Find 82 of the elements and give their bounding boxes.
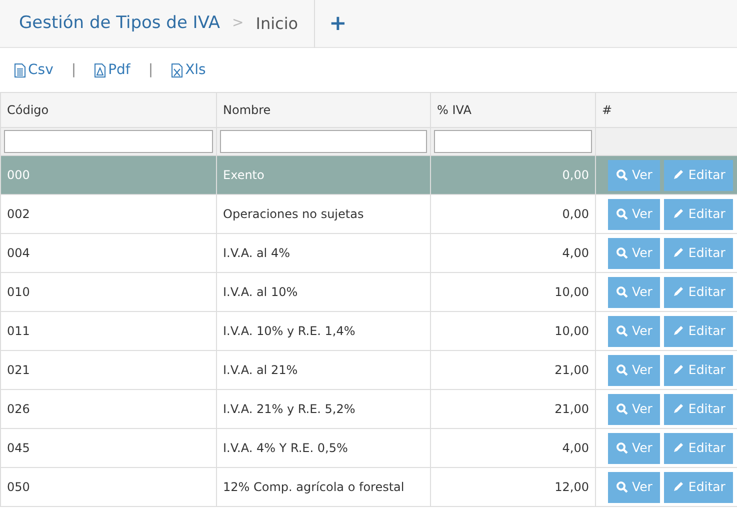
view-button[interactable]: Ver	[608, 316, 660, 346]
table-cell: 10,00	[430, 312, 596, 350]
table-cell: I.V.A. 21% y R.E. 5,2%	[216, 390, 430, 428]
view-button[interactable]: Ver	[608, 432, 660, 464]
edit-button[interactable]: Editar	[664, 432, 734, 464]
pencil-icon	[672, 481, 684, 493]
view-button[interactable]: Ver	[608, 394, 660, 424]
view-button[interactable]: Ver	[608, 472, 660, 502]
table-cell: 10,00	[430, 272, 596, 312]
pencil-icon	[672, 247, 684, 259]
breadcrumb-separator: >	[232, 14, 244, 33]
edit-button[interactable]: Editar	[664, 238, 734, 268]
pencil-icon	[672, 442, 684, 454]
search-icon	[616, 286, 628, 298]
table-cell: 12% Comp. agrícola o forestal	[216, 468, 430, 506]
table-cell: 12,00	[430, 468, 596, 506]
separator: |	[71, 60, 76, 80]
search-icon	[616, 169, 628, 181]
pencil-icon	[672, 286, 684, 298]
export-link[interactable]: Csv	[28, 60, 54, 80]
separator: |	[148, 60, 154, 80]
table-cell: I.V.A. al 10%	[216, 272, 430, 312]
table-cell: 026	[0, 390, 216, 428]
search-icon	[616, 325, 628, 337]
table-cell: 011	[0, 312, 216, 350]
edit-button[interactable]: Editar	[664, 316, 734, 346]
breadcrumb-item[interactable]: Inicio	[256, 12, 314, 36]
table-cell: I.V.A. al 4%	[216, 234, 430, 272]
column-header[interactable]: Código	[0, 92, 216, 128]
edit-button[interactable]: Editar	[664, 198, 734, 230]
table-cell: 21,00	[430, 350, 596, 390]
table-cell: 0,00	[430, 194, 596, 234]
add-button[interactable]: +	[329, 8, 347, 40]
table-cell: 4,00	[430, 234, 596, 272]
table-cell: I.V.A. al 21%	[216, 350, 430, 390]
table-cell: 21,00	[430, 390, 596, 428]
table-cell: 004	[0, 234, 216, 272]
edit-button[interactable]: Editar	[664, 276, 734, 308]
column-header[interactable]: % IVA	[430, 92, 596, 128]
table-cell: I.V.A. 4% Y R.E. 0,5%	[216, 428, 430, 468]
pencil-icon	[672, 325, 684, 337]
export-link[interactable]: Xls	[185, 60, 206, 80]
filter-field[interactable]	[434, 130, 592, 153]
table-cell: Exento	[216, 156, 430, 194]
search-icon	[616, 442, 628, 454]
table-cell: 002	[0, 194, 216, 234]
table-cell: 050	[0, 468, 216, 506]
pencil-icon	[672, 169, 684, 181]
pencil-icon	[672, 208, 684, 220]
table-cell: Operaciones no sujetas	[216, 194, 430, 234]
table-cell: 045	[0, 428, 216, 468]
view-button[interactable]: Ver	[608, 160, 660, 190]
table-cell: 4,00	[430, 428, 596, 468]
table-cell: 000	[0, 156, 216, 194]
filter-field[interactable]	[4, 130, 213, 153]
page-title: Gestión de Tipos de IVA	[18, 12, 220, 35]
export-link[interactable]: Pdf	[108, 60, 130, 80]
table-cell: 010	[0, 272, 216, 312]
view-button[interactable]: Ver	[608, 354, 660, 386]
search-icon	[616, 208, 628, 220]
view-button[interactable]: Ver	[608, 276, 660, 308]
table-cell: I.V.A. 10% y R.E. 1,4%	[216, 312, 430, 350]
view-button[interactable]: Ver	[608, 238, 660, 268]
spreadsheet-icon	[171, 62, 184, 78]
table-cell: 0,00	[430, 156, 596, 194]
pdf-icon	[94, 62, 106, 78]
pencil-icon	[672, 364, 684, 376]
column-header[interactable]: #	[596, 92, 737, 128]
column-header[interactable]: Nombre	[216, 92, 430, 128]
search-icon	[616, 364, 628, 376]
edit-button[interactable]: Editar	[664, 394, 734, 424]
search-icon	[616, 247, 628, 259]
document-icon	[14, 62, 26, 78]
search-icon	[616, 403, 628, 415]
edit-button[interactable]: Editar	[664, 354, 734, 386]
edit-button[interactable]: Editar	[664, 160, 734, 190]
edit-button[interactable]: Editar	[664, 472, 734, 502]
filter-field[interactable]	[220, 130, 427, 153]
pencil-icon	[672, 403, 684, 415]
table-cell: 021	[0, 350, 216, 390]
search-icon	[616, 481, 628, 493]
view-button[interactable]: Ver	[608, 198, 660, 230]
